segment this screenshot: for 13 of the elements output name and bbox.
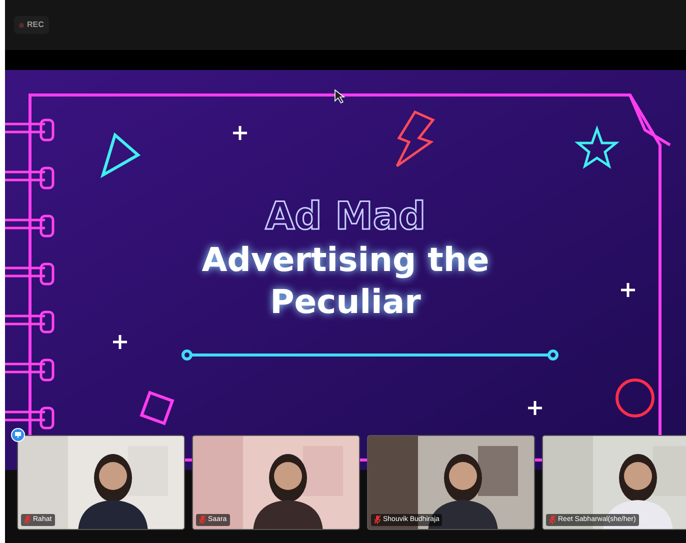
- triangle-icon: [100, 132, 141, 178]
- star-icon: [574, 125, 620, 169]
- recording-label: REC: [27, 19, 44, 31]
- circle-icon: [616, 378, 654, 418]
- plus-icon: [232, 124, 248, 142]
- lightning-icon: [396, 110, 435, 168]
- slide-heading: Peculiar: [270, 281, 421, 323]
- plus-icon: [526, 400, 544, 416]
- slide-title: Ad Mad: [265, 195, 426, 237]
- plus-icon: [620, 282, 636, 298]
- plus-icon: [112, 334, 128, 350]
- slide-heading: Advertising the: [202, 239, 490, 281]
- cursor-icon: [334, 89, 346, 104]
